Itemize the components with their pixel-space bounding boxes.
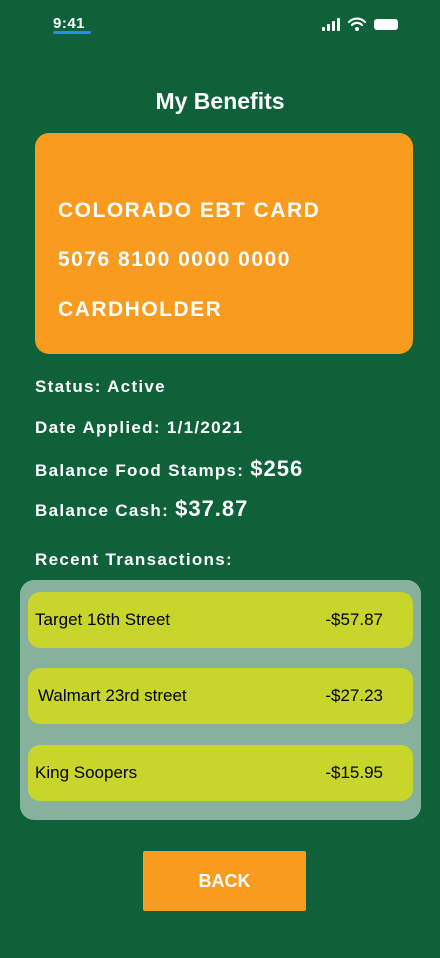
transaction-name: Walmart 23rd street (38, 686, 187, 705)
transaction-name: King Soopers (35, 763, 138, 782)
food-stamps-label: Balance Food Stamps: (35, 461, 245, 480)
transaction-row[interactable]: Target 16th Street -$57.87 (28, 592, 413, 648)
status-text: Status: Active (35, 377, 166, 396)
transactions-panel: Target 16th Street -$57.87 Walmart 23rd … (20, 580, 421, 820)
transaction-amount: -$57.87 (325, 610, 383, 629)
status-bar: 9:41 (0, 0, 440, 50)
status-time: 9:41 (53, 15, 86, 32)
transaction-row[interactable]: Walmart 23rd street -$27.23 (28, 668, 413, 724)
status-icons (322, 17, 398, 31)
wifi-icon (348, 17, 366, 31)
transaction-name: Target 16th Street (35, 610, 171, 629)
back-button[interactable]: BACK (143, 851, 306, 911)
recent-transactions-label: Recent Transactions: (35, 550, 233, 569)
food-stamps-value: $256 (250, 456, 304, 481)
card-number: 5076 8100 0000 0000 (58, 248, 291, 271)
cash-balance: Balance Cash: $37.87 (35, 496, 248, 522)
ebt-card: COLORADO EBT CARD 5076 8100 0000 0000 CA… (35, 133, 413, 354)
page-title: My Benefits (155, 88, 285, 114)
card-holder: CARDHOLDER (58, 298, 223, 321)
battery-icon (374, 18, 398, 30)
time-underline (53, 31, 91, 34)
signal-icon (322, 17, 340, 31)
transaction-amount: -$15.95 (325, 763, 383, 782)
transaction-amount: -$27.23 (325, 686, 383, 705)
cash-label: Balance Cash: (35, 501, 170, 520)
transaction-row[interactable]: King Soopers -$15.95 (28, 745, 413, 801)
date-applied-text: Date Applied: 1/1/2021 (35, 418, 244, 437)
cash-value: $37.87 (175, 496, 249, 521)
card-name: COLORADO EBT CARD (58, 199, 321, 222)
food-stamps-balance: Balance Food Stamps: $256 (35, 456, 303, 482)
